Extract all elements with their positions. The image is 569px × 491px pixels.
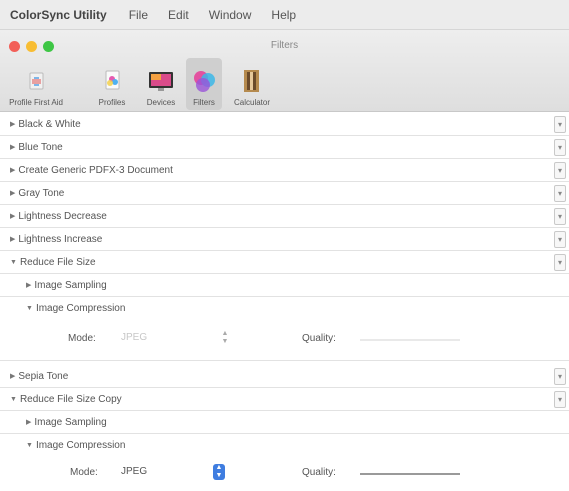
- menu-bar: ColorSync Utility File Edit Window Help: [0, 0, 569, 30]
- disclosure-right-icon[interactable]: ▶: [10, 235, 15, 243]
- filter-component-row[interactable]: ▼ Image Compression: [0, 297, 569, 320]
- filter-action-button[interactable]: ▾: [554, 254, 566, 271]
- disclosure-right-icon[interactable]: ▶: [10, 120, 15, 128]
- filter-action-button[interactable]: ▾: [554, 208, 566, 225]
- mode-select[interactable]: JPEG ▲ ▼: [115, 328, 233, 348]
- toolbar-label: Profiles: [98, 98, 126, 107]
- component-name: Image Compression: [35, 440, 126, 451]
- filter-row[interactable]: ▼ Reduce File Size ▾: [0, 251, 569, 274]
- filter-action-button[interactable]: ▾: [554, 231, 566, 248]
- window-title: Filters: [270, 40, 299, 51]
- disclosure-right-icon[interactable]: ▶: [10, 372, 15, 380]
- disclosure-right-icon[interactable]: ▶: [10, 166, 15, 174]
- quality-label: Quality:: [302, 333, 336, 344]
- toolbar-label: Devices: [146, 98, 176, 107]
- filters-icon: [190, 67, 218, 95]
- filter-name: Create Generic PDFX-3 Document: [18, 164, 173, 176]
- menu-window[interactable]: Window: [209, 8, 252, 22]
- menu-app-name[interactable]: ColorSync Utility: [10, 8, 107, 22]
- toolbar-label: Filters: [193, 98, 215, 107]
- window-titlebar: Filters Profile First Aid Profiles Devic…: [0, 30, 569, 112]
- disclosure-down-icon[interactable]: ▼: [10, 259, 17, 266]
- filter-component-row[interactable]: ▶ Image Sampling: [0, 274, 569, 297]
- quality-slider[interactable]: [360, 473, 460, 475]
- filter-action-button[interactable]: ▾: [554, 162, 566, 179]
- quality-slider[interactable]: [360, 339, 460, 341]
- disclosure-right-icon[interactable]: ▶: [26, 418, 31, 426]
- toolbar-devices[interactable]: Devices: [138, 58, 184, 110]
- calculator-icon: [238, 67, 266, 95]
- filter-row[interactable]: ▶ Lightness Increase ▾: [0, 228, 569, 251]
- toolbar-label: Profile First Aid: [9, 98, 63, 107]
- filter-name: Reduce File Size Copy: [19, 393, 122, 405]
- filter-name: Black & White: [18, 118, 81, 130]
- quality-label: Quality:: [302, 467, 336, 478]
- toolbar-profiles[interactable]: Profiles: [92, 58, 132, 110]
- filter-name: Lightness Decrease: [18, 210, 107, 222]
- toolbar-filters[interactable]: Filters: [186, 58, 222, 110]
- mode-value: JPEG: [121, 332, 148, 343]
- toolbar-calculator[interactable]: Calculator: [226, 58, 278, 110]
- select-arrows-icon: ▲ ▼: [213, 464, 225, 480]
- disclosure-down-icon[interactable]: ▼: [10, 396, 17, 403]
- component-name: Image Sampling: [34, 416, 107, 428]
- filter-action-button[interactable]: ▾: [554, 116, 566, 133]
- mode-value: JPEG: [121, 466, 148, 477]
- toolbar-label: Calculator: [233, 98, 270, 107]
- toolbar-profile-first-aid[interactable]: Profile First Aid: [6, 58, 66, 110]
- filter-row[interactable]: ▶ Create Generic PDFX-3 Document ▾: [0, 159, 569, 182]
- profiles-icon: [98, 67, 126, 95]
- disclosure-down-icon[interactable]: ▼: [26, 305, 33, 312]
- disclosure-right-icon[interactable]: ▶: [10, 212, 15, 220]
- menu-file[interactable]: File: [129, 8, 148, 22]
- select-arrows-icon: ▲ ▼: [221, 330, 229, 345]
- devices-icon: [147, 67, 175, 95]
- filter-row[interactable]: ▶ Sepia Tone ▾: [0, 365, 569, 388]
- filter-list: ▶ Black & White ▾ ▶ Blue Tone ▾ ▶ Create…: [0, 113, 569, 491]
- filter-name: Blue Tone: [18, 141, 63, 153]
- filter-component-row[interactable]: ▼ Image Compression: [0, 434, 569, 457]
- filter-action-button[interactable]: ▾: [554, 185, 566, 202]
- mode-select[interactable]: JPEG ▲ ▼: [115, 462, 233, 482]
- filter-row[interactable]: ▶ Lightness Decrease ▾: [0, 205, 569, 228]
- filter-component-row[interactable]: ▶ Image Sampling: [0, 411, 569, 434]
- menu-edit[interactable]: Edit: [168, 8, 189, 22]
- first-aid-icon: [22, 67, 50, 95]
- compression-settings: Mode: JPEG ▲ ▼ Quality:: [0, 457, 569, 491]
- mode-label: Mode:: [70, 467, 98, 478]
- disclosure-down-icon[interactable]: ▼: [26, 442, 33, 449]
- filter-row[interactable]: ▶ Blue Tone ▾: [0, 136, 569, 159]
- filter-action-button[interactable]: ▾: [554, 391, 566, 408]
- filter-row[interactable]: ▶ Black & White ▾: [0, 113, 569, 136]
- filter-name: Sepia Tone: [18, 370, 69, 382]
- component-name: Image Compression: [35, 303, 126, 314]
- filter-name: Reduce File Size: [19, 256, 96, 268]
- disclosure-right-icon[interactable]: ▶: [10, 143, 15, 151]
- filter-name: Lightness Increase: [18, 233, 103, 245]
- toolbar: Profile First Aid Profiles Devices Filte…: [0, 58, 300, 112]
- filter-action-button[interactable]: ▾: [554, 139, 566, 156]
- compression-settings: Mode: JPEG ▲ ▼ Quality:: [0, 320, 569, 361]
- filter-name: Gray Tone: [18, 187, 65, 199]
- menu-help[interactable]: Help: [271, 8, 296, 22]
- mode-label: Mode:: [68, 333, 96, 344]
- filter-row[interactable]: ▶ Gray Tone ▾: [0, 182, 569, 205]
- filter-action-button[interactable]: ▾: [554, 368, 566, 385]
- disclosure-right-icon[interactable]: ▶: [26, 281, 31, 289]
- disclosure-right-icon[interactable]: ▶: [10, 189, 15, 197]
- filter-row[interactable]: ▼ Reduce File Size Copy ▾: [0, 388, 569, 411]
- component-name: Image Sampling: [34, 279, 107, 291]
